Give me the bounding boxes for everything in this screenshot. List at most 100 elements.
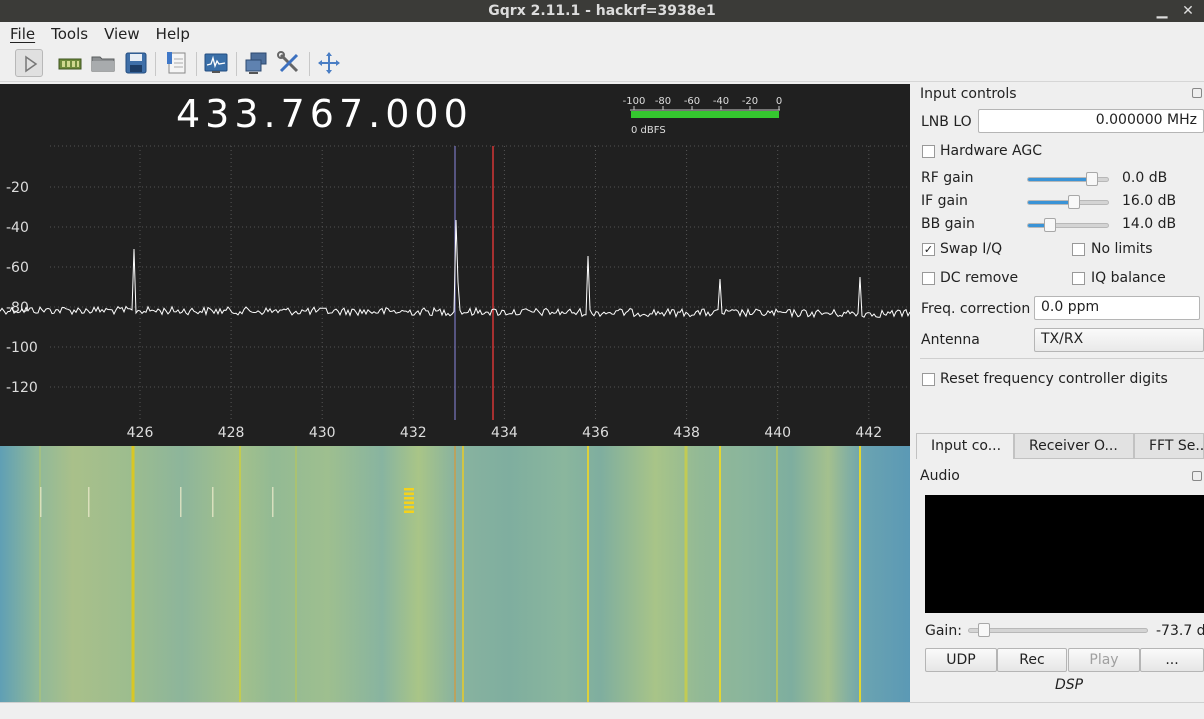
waterfall-signal-line (239, 446, 241, 702)
fft-plot[interactable]: -20 -40 -60 -80 -100 -120 426 428 430 432 434 436 43… (0, 84, 910, 446)
udp-button[interactable]: UDP (925, 648, 997, 672)
x-tick-label: 430 (309, 425, 336, 441)
gain-slider-handle[interactable] (1044, 218, 1056, 232)
menu-help[interactable]: Help (146, 22, 196, 43)
fullscreen-icon[interactable] (315, 49, 343, 77)
audio-float-icon[interactable] (1192, 471, 1202, 481)
hardware-agc-label: Hardware AGC (940, 143, 1042, 159)
swap-iq-checkbox[interactable]: ✓ (922, 243, 935, 256)
x-tick-label: 432 (400, 425, 427, 441)
antenna-select[interactable]: TX/RX (1034, 328, 1204, 352)
swap-iq-label: Swap I/Q (940, 241, 1003, 257)
bookmark-icon[interactable] (162, 49, 190, 77)
gain-value: 14.0 dB (1122, 216, 1177, 232)
x-tick-label: 428 (218, 425, 245, 441)
waterfall-signal-line (295, 446, 297, 702)
play-icon[interactable] (15, 49, 43, 77)
y-tick-label: -40 (6, 220, 29, 236)
x-tick-label: 440 (764, 425, 791, 441)
right-dock: Input controls LNB LO 0.000000 MHz Hardw… (912, 84, 1204, 702)
play-button[interactable]: Play (1068, 648, 1140, 672)
reset-digits-label: Reset frequency controller digits (940, 371, 1168, 387)
menu-bar: File Tools View Help (0, 22, 1204, 46)
tab-receiver-options[interactable]: Receiver O... (1014, 433, 1134, 459)
dsp-label: DSP (1055, 677, 1084, 693)
x-tick-label: 434 (491, 425, 518, 441)
audio-gain-handle[interactable] (978, 623, 991, 637)
folder-icon[interactable] (89, 49, 117, 77)
waterfall-tick (88, 487, 90, 517)
rec-button[interactable]: Rec (997, 648, 1067, 672)
iq-balance-label: IQ balance (1091, 270, 1166, 286)
y-tick-label: -60 (6, 260, 29, 276)
waterfall-display[interactable] (0, 446, 910, 702)
audio-gain-value: -73.7 dB (1156, 623, 1204, 639)
tools-icon[interactable] (275, 49, 303, 77)
meter-bar (631, 111, 779, 118)
more-button[interactable]: ... (1140, 648, 1204, 672)
waterfall-tick (272, 487, 274, 517)
status-bar (0, 702, 1204, 719)
meter-tick-label: -100 (623, 96, 646, 107)
meter-tick-label: 0 (776, 96, 782, 107)
waterfall-tick (212, 487, 214, 517)
waterfall-burst (404, 510, 414, 513)
x-tick-label: 436 (582, 425, 609, 441)
gain-slider-handle[interactable] (1086, 172, 1098, 186)
reset-digits-checkbox[interactable] (922, 373, 935, 386)
hardware-icon[interactable] (56, 49, 84, 77)
gain-label: BB gain (921, 216, 975, 232)
minimize-icon[interactable]: ▁ (1152, 0, 1172, 22)
menu-file[interactable]: File (0, 22, 41, 43)
x-tick-label: 442 (855, 425, 882, 441)
menu-tools[interactable]: Tools (41, 22, 94, 43)
lnb-lo-label: LNB LO (921, 114, 972, 130)
dc-remove-checkbox[interactable] (922, 272, 935, 285)
waterfall-burst (404, 506, 414, 509)
save-icon[interactable] (122, 49, 150, 77)
float-dock-icon[interactable] (1192, 88, 1202, 98)
waterfall-svg (0, 446, 910, 702)
gain-slider-handle[interactable] (1068, 195, 1080, 209)
waterfall-signal-line (39, 446, 41, 702)
gain-slider[interactable] (1027, 218, 1109, 232)
gain-label: IF gain (921, 193, 968, 209)
freq-correction-input[interactable]: 0.0 ppm (1034, 296, 1200, 320)
dc-remove-label: DC remove (940, 270, 1019, 286)
hardware-agc-checkbox[interactable] (922, 145, 935, 158)
frequency-display[interactable]: 433.767.000 (176, 92, 473, 136)
waterfall-burst (404, 488, 414, 491)
waterfall-signal-line (719, 446, 721, 702)
no-limits-checkbox[interactable] (1072, 243, 1085, 256)
waterfall-signal-line (462, 446, 464, 702)
gain-slider[interactable] (1027, 195, 1109, 209)
waterfall-signal-line (684, 446, 688, 702)
audio-gain-slider[interactable] (968, 623, 1148, 637)
spectrum-icon[interactable] (202, 49, 230, 77)
tab-fft-settings[interactable]: FFT Se... (1134, 433, 1204, 459)
close-icon[interactable]: ✕ (1178, 0, 1198, 22)
audio-gain-label: Gain: (925, 623, 962, 639)
waterfall-burst (404, 501, 414, 504)
iq-balance-checkbox[interactable] (1072, 272, 1085, 285)
lnb-lo-input[interactable]: 0.000000 MHz (978, 109, 1204, 133)
no-limits-label: No limits (1091, 241, 1153, 257)
x-tick-label: 426 (127, 425, 154, 441)
input-controls-title: Input controls (920, 86, 1017, 102)
antenna-label: Antenna (921, 332, 980, 348)
audio-fft-display[interactable] (925, 495, 1204, 613)
freq-correction-label: Freq. correction (921, 301, 1031, 317)
waterfall-signal-line (454, 446, 456, 702)
y-tick-label: -120 (6, 380, 38, 396)
audio-title: Audio (920, 468, 960, 484)
waterfall-signal-line (131, 446, 135, 702)
gain-slider[interactable] (1027, 172, 1109, 186)
waterfall-signal-line (587, 446, 589, 702)
waterfall-tick (40, 487, 42, 517)
network-icon[interactable] (242, 49, 270, 77)
tab-input-controls[interactable]: Input co... (916, 433, 1014, 459)
gain-label: RF gain (921, 170, 974, 186)
menu-view[interactable]: View (94, 22, 146, 43)
y-tick-label: -100 (6, 340, 38, 356)
meter-tick-label: -20 (742, 96, 758, 107)
